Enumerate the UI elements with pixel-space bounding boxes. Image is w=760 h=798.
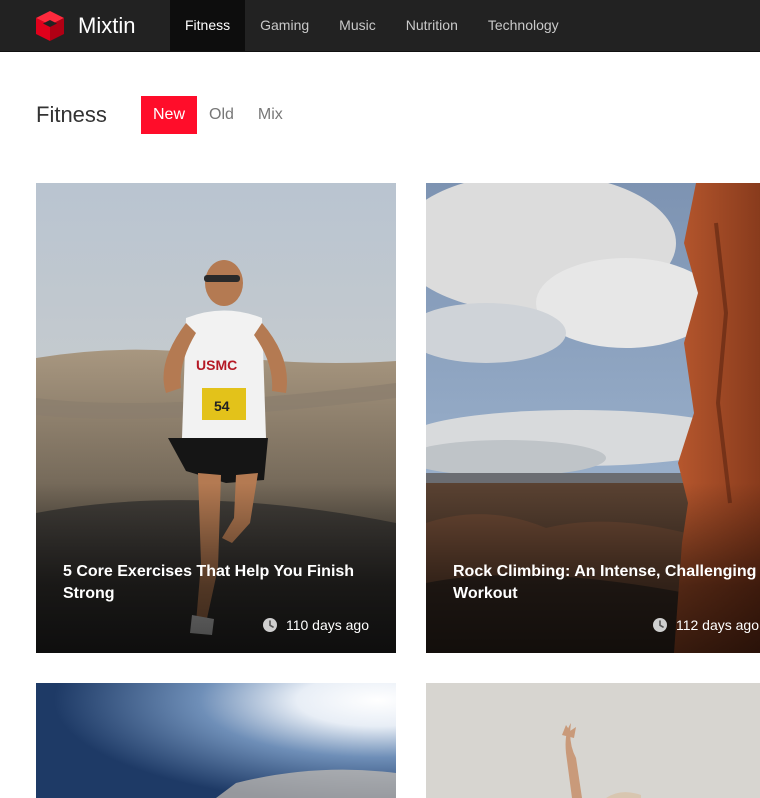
article-card[interactable] <box>36 683 396 798</box>
article-card[interactable]: Rock Climbing: An Intense, Challenging W… <box>426 183 760 653</box>
raised-hand-photo <box>426 683 760 798</box>
brand-name: Mixtin <box>78 13 136 38</box>
main-nav: Fitness Gaming Music Nutrition Technolog… <box>170 0 574 51</box>
nav-item-fitness[interactable]: Fitness <box>170 0 246 51</box>
filter-old-button[interactable]: Old <box>197 96 246 134</box>
nav-item-nutrition[interactable]: Nutrition <box>391 0 473 51</box>
nav-item-music[interactable]: Music <box>324 0 391 51</box>
card-timestamp: 110 days ago <box>262 616 369 634</box>
card-title[interactable]: 5 Core Exercises That Help You Finish St… <box>63 561 383 605</box>
article-card[interactable]: USMC 54 5 Core Exercises That Help You F… <box>36 183 396 653</box>
section-title: Fitness <box>36 102 107 127</box>
clock-icon <box>262 618 277 632</box>
cube-logo-icon <box>36 11 64 41</box>
card-title[interactable]: Rock Climbing: An Intense, Challenging W… <box>453 561 760 605</box>
card-timestamp: 112 days ago <box>652 616 759 634</box>
clock-icon <box>652 618 667 632</box>
filter-new-button[interactable]: New <box>141 96 198 134</box>
sort-filter-group: New Old Mix <box>141 96 295 134</box>
nav-item-gaming[interactable]: Gaming <box>245 0 324 51</box>
brand-logo-link[interactable]: Mixtin <box>35 10 135 42</box>
sunny-sky-photo <box>36 683 396 798</box>
card-time-text: 110 days ago <box>285 617 369 633</box>
card-time-text: 112 days ago <box>675 617 759 633</box>
svg-text:USMC: USMC <box>196 357 237 373</box>
nav-item-technology[interactable]: Technology <box>473 0 574 51</box>
article-card[interactable] <box>426 683 760 798</box>
top-navbar: Mixtin Fitness Gaming Music Nutrition Te… <box>0 0 760 52</box>
svg-text:54: 54 <box>214 398 230 414</box>
filter-mix-button[interactable]: Mix <box>246 96 295 134</box>
